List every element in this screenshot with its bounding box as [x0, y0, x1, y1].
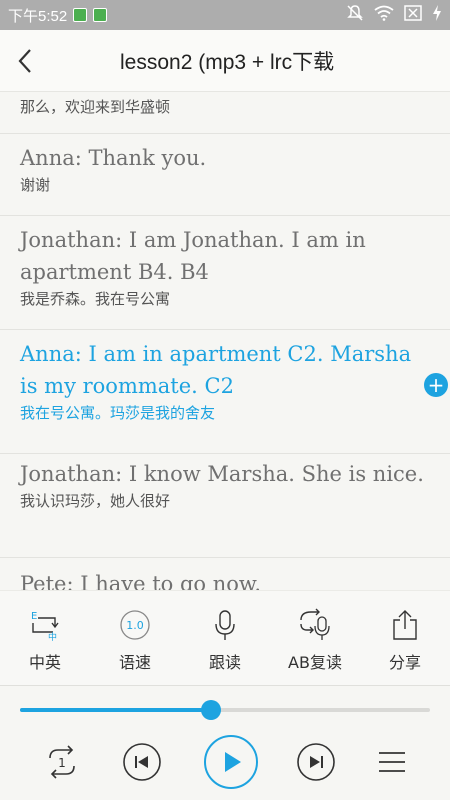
repeat-count: 1	[58, 756, 66, 770]
lyric-translation: 我认识玛莎，她人很好	[20, 492, 171, 510]
tool-label: 语速	[118, 653, 151, 672]
nav-header: lesson2 (mp3 + lrc下载	[0, 30, 450, 92]
charging-icon	[432, 5, 442, 25]
progress-fill	[20, 708, 211, 712]
lyric-line[interactable]: Anna: Thank you. 谢谢	[0, 134, 450, 216]
follow-read-button[interactable]: 跟读	[185, 607, 265, 673]
chevron-left-icon	[18, 48, 31, 73]
next-icon	[297, 743, 335, 781]
lyric-line-active[interactable]: Anna: I am in apartment C2. Marsha is my…	[0, 330, 450, 454]
status-time: 下午5:52	[8, 7, 68, 25]
next-button[interactable]	[296, 742, 336, 782]
function-toolbar: E 中 中英 1.0 语速 跟读 AB复读 分享	[0, 590, 450, 686]
lyric-translation: 那么，欢迎来到华盛顿	[20, 98, 171, 116]
mute-icon	[346, 4, 364, 26]
lyric-line[interactable]: Jonathan: I know Marsha. She is nice. 我认…	[0, 454, 450, 558]
lyric-line[interactable]: Pete: I have to go now.	[0, 558, 450, 590]
language-toggle-button[interactable]: E 中 中英	[5, 607, 85, 673]
player-controls: 1	[0, 732, 450, 792]
lyric-translation: 谢谢	[20, 176, 51, 194]
lyric-english: Pete: I have to go now.	[20, 572, 262, 590]
speed-icon: 1.0	[120, 610, 150, 640]
previous-button[interactable]	[122, 742, 162, 782]
lyric-english: Jonathan: I know Marsha. She is nice.	[20, 462, 424, 486]
lyric-translation: 我是乔森。我在号公寓	[20, 290, 171, 308]
progress-bar[interactable]	[20, 700, 430, 720]
back-button[interactable]	[0, 30, 50, 92]
lyric-line[interactable]: Jonathan: I am Jonathan. I am in apartme…	[0, 216, 450, 330]
lyric-translation: 我在号公寓。玛莎是我的舍友	[20, 404, 216, 422]
repeat-mode-button[interactable]: 1	[40, 740, 84, 784]
language-switch-icon: E 中	[31, 611, 59, 642]
wifi-icon	[374, 5, 394, 25]
tool-label: 分享	[388, 653, 421, 672]
page-title: lesson2 (mp3 + lrc下载	[120, 50, 335, 74]
microphone-icon	[215, 610, 235, 640]
player-bar: 1	[0, 686, 450, 800]
tool-label: 中英	[28, 653, 61, 672]
svg-text:E: E	[31, 611, 37, 622]
share-icon	[393, 610, 417, 640]
tool-label: 跟读	[208, 653, 241, 672]
android-icon	[93, 8, 108, 22]
play-button[interactable]	[203, 734, 259, 790]
share-button[interactable]: 分享	[365, 607, 445, 673]
ab-repeat-icon	[300, 608, 330, 640]
menu-icon	[379, 752, 405, 772]
speed-value: 1.0	[126, 619, 144, 632]
repeat-one-icon: 1	[49, 745, 75, 779]
lyrics-list[interactable]: 那么，欢迎来到华盛顿 Anna: Thank you. 谢谢 Jonathan:…	[0, 92, 450, 590]
play-icon	[204, 735, 258, 789]
lyric-line[interactable]: 那么，欢迎来到华盛顿	[0, 92, 450, 134]
tool-label: AB复读	[288, 653, 342, 672]
lyric-english: Anna: Thank you.	[20, 146, 207, 170]
speed-button[interactable]: 1.0 语速	[95, 607, 175, 673]
svg-text:中: 中	[48, 631, 57, 642]
playlist-menu-button[interactable]	[374, 742, 410, 782]
lyric-english: Anna: I am in apartment C2. Marsha is my…	[20, 342, 412, 398]
previous-icon	[123, 743, 161, 781]
status-bar: 下午5:52	[0, 0, 450, 30]
add-to-notes-button[interactable]: +	[424, 373, 448, 397]
sim-off-icon	[404, 5, 422, 25]
lyric-english: Jonathan: I am Jonathan. I am in apartme…	[20, 228, 366, 284]
battery-saver-icon	[73, 8, 88, 22]
progress-thumb[interactable]	[200, 700, 221, 720]
ab-repeat-button[interactable]: AB复读	[275, 607, 355, 673]
